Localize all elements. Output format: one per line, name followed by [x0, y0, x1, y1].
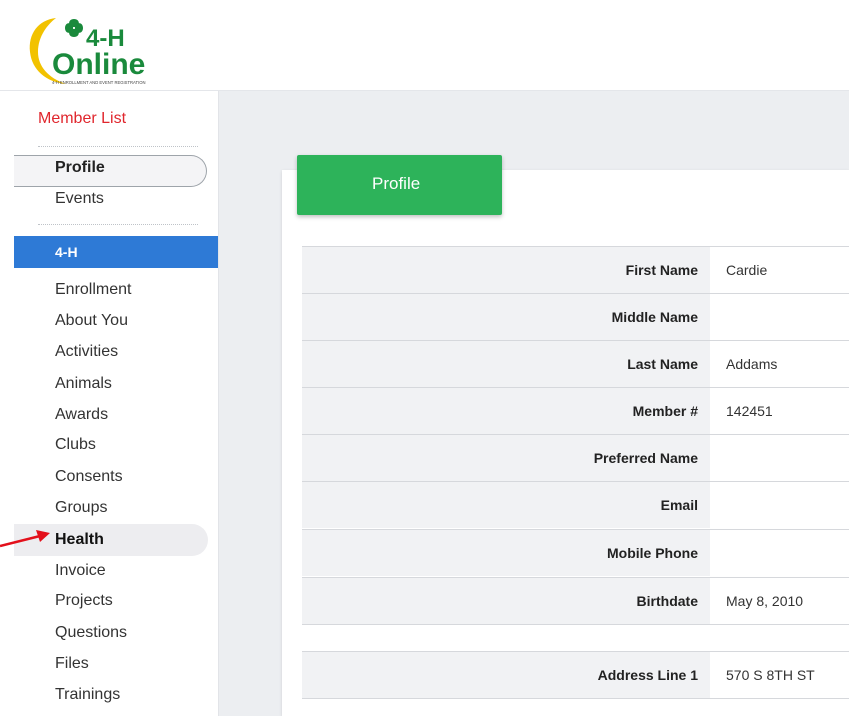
sidebar-item-invoice[interactable]: Invoice	[55, 562, 106, 580]
app-window: 4-H Online 4-H ENROLLMENT AND EVENT REGI…	[0, 0, 849, 716]
profile-field-row: Member # 142451	[302, 387, 849, 434]
field-label: Middle Name	[611, 309, 698, 325]
sidebar-item-profile[interactable]	[14, 155, 207, 187]
address-field-row: Address Line 1 570 S 8TH ST	[302, 651, 849, 698]
sidebar-section-4h-label[interactable]: 4-H	[55, 244, 78, 260]
field-value: 142451	[726, 403, 773, 419]
field-label: Last Name	[627, 356, 698, 372]
sidebar-item-enrollment[interactable]: Enrollment	[55, 281, 131, 299]
field-value: Addams	[726, 356, 778, 372]
top-bar: 4-H Online 4-H ENROLLMENT AND EVENT REGI…	[0, 0, 849, 91]
sidebar-item-awards[interactable]: Awards	[55, 406, 108, 424]
sidebar-item-groups[interactable]: Groups	[55, 499, 107, 517]
sidebar-item-files[interactable]: Files	[55, 655, 89, 673]
profile-field-row: Last Name Addams	[302, 340, 849, 387]
sidebar-item-trainings[interactable]: Trainings	[55, 686, 120, 704]
profile-field-row: Middle Name	[302, 293, 849, 340]
profile-field-row: Preferred Name	[302, 434, 849, 481]
tab-profile-label[interactable]: Profile	[372, 174, 420, 194]
field-value: May 8, 2010	[726, 593, 804, 609]
field-label: First Name	[625, 262, 698, 278]
sidebar-divider	[38, 146, 198, 147]
sidebar-item-events[interactable]: Events	[55, 190, 104, 208]
field-value: 570 S 8TH ST	[726, 667, 815, 683]
field-label: Member #	[632, 403, 698, 419]
sidebar-item-consents[interactable]: Consents	[55, 468, 123, 486]
field-value: Cardie	[726, 262, 768, 278]
sidebar-item-health[interactable]: Health	[55, 531, 104, 549]
table-divider	[302, 624, 849, 625]
4h-online-logo[interactable]: 4-H Online 4-H ENROLLMENT AND EVENT REGI…	[26, 12, 160, 88]
field-label: Preferred Name	[593, 450, 698, 466]
profile-field-row: First Name Cardie	[302, 246, 849, 293]
sidebar-item-about-you[interactable]: About You	[55, 312, 128, 330]
annotation-arrow-icon	[0, 530, 50, 548]
field-label: Mobile Phone	[607, 545, 698, 561]
field-label: Email	[660, 497, 698, 513]
sidebar-item-animals[interactable]: Animals	[55, 375, 112, 393]
sidebar-item-questions[interactable]: Questions	[55, 624, 127, 642]
sidebar-item-activities[interactable]: Activities	[55, 343, 118, 361]
member-list-link[interactable]: Member List	[38, 110, 126, 128]
field-label: Birthdate	[636, 593, 698, 609]
logo-text-bottom: Online	[52, 48, 145, 81]
profile-field-row: Email	[302, 481, 849, 528]
profile-field-row: Mobile Phone	[302, 529, 849, 576]
sidebar-divider	[38, 224, 198, 225]
profile-field-row: Birthdate May 8, 2010	[302, 577, 849, 624]
sidebar-item-projects[interactable]: Projects	[55, 592, 113, 610]
sidebar-section-4h[interactable]	[14, 236, 218, 268]
sidebar-item-clubs[interactable]: Clubs	[55, 436, 96, 454]
field-label: Address Line 1	[597, 667, 698, 683]
table-divider	[302, 698, 849, 699]
logo-tagline: 4-H ENROLLMENT AND EVENT REGISTRATION	[52, 80, 146, 85]
sidebar-item-profile-label[interactable]: Profile	[55, 159, 105, 177]
